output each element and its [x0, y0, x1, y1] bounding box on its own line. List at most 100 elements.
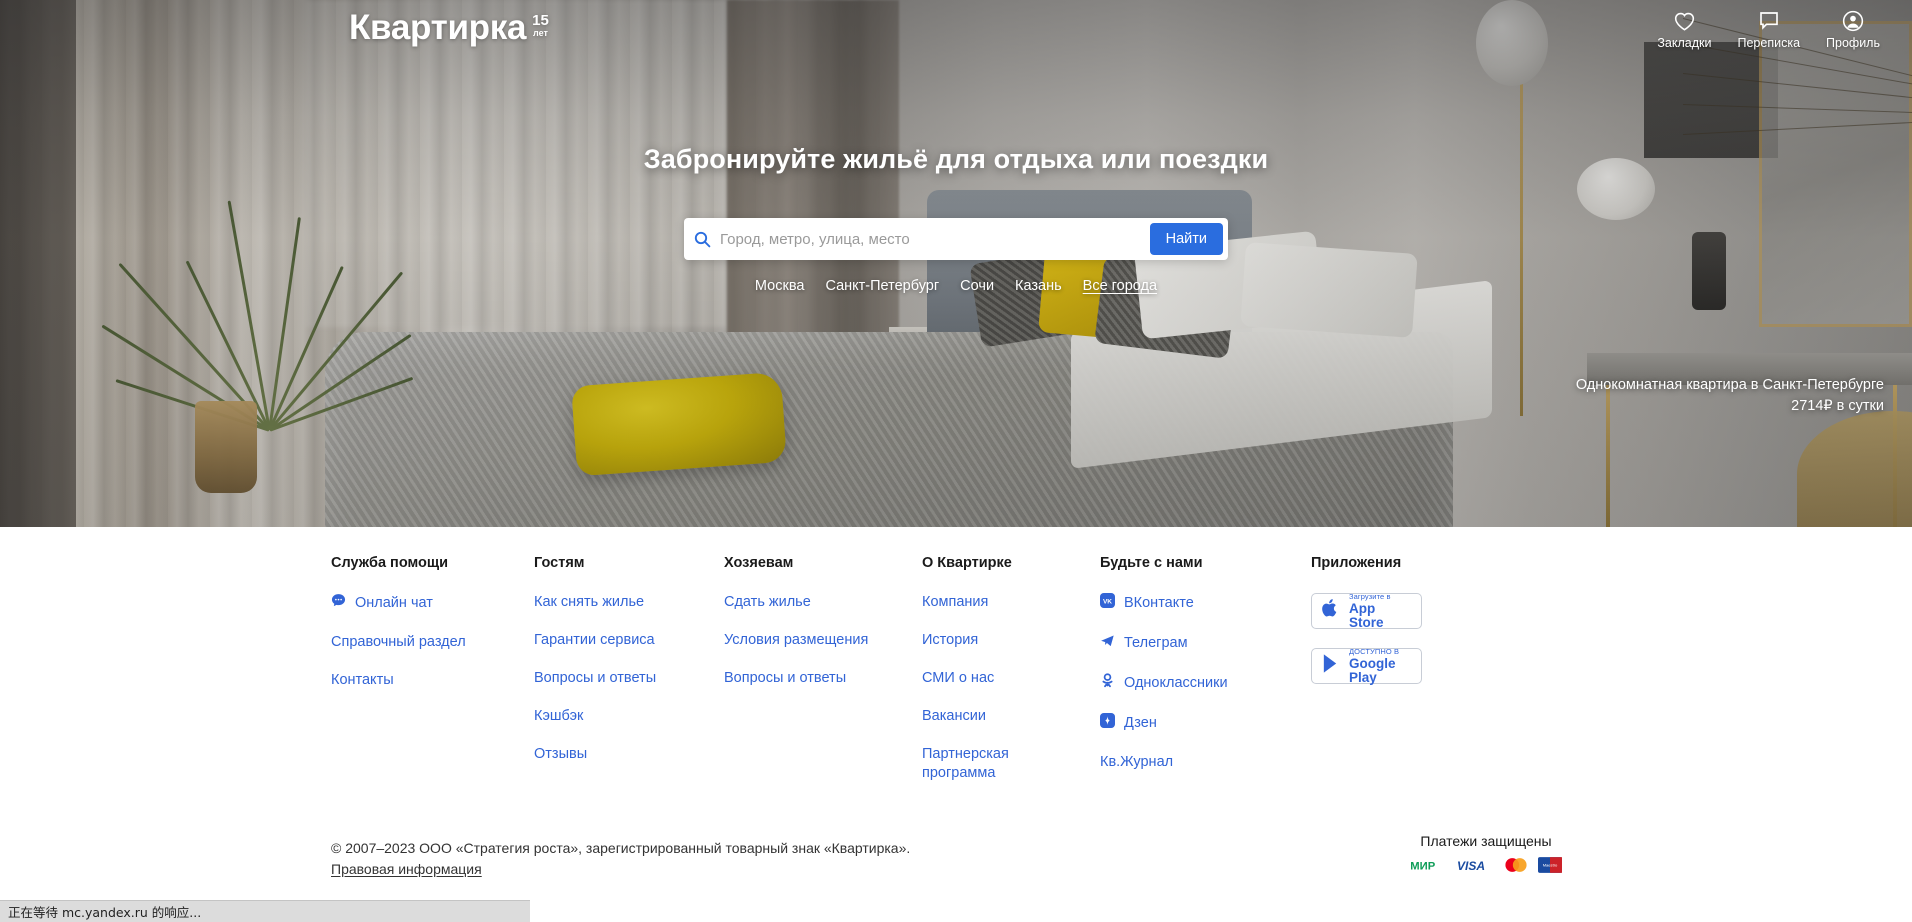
payments-title: Платежи защищены — [1420, 833, 1552, 849]
hero-content: Забронируйте жильё для отдыха или поездк… — [0, 0, 1912, 527]
mir-logo: МИР — [1410, 858, 1448, 878]
footer-link-label: Сдать жилье — [724, 594, 811, 610]
hero-caption-price: 2714₽ в сутки — [1791, 398, 1884, 414]
footer-link-label: Кэшбэк — [534, 708, 584, 724]
browser-status-bar: 正在等待 mc.yandex.ru 的响应... — [0, 900, 530, 922]
footer-link-how-to-rent[interactable]: Как снять жилье — [534, 593, 724, 612]
footer-link-label: Гарантии сервиса — [534, 632, 655, 648]
header-nav-profile[interactable]: Профиль — [1826, 10, 1880, 50]
footer-column-guests: Гостям Как снять жилье Гарантии сервиса … — [534, 555, 724, 802]
hero-title: Забронируйте жильё для отдыха или поездк… — [643, 144, 1269, 174]
google-play-badge[interactable]: ДОСТУПНО В Google Play — [1311, 648, 1422, 684]
footer-link-reviews[interactable]: Отзывы — [534, 745, 724, 764]
search-input[interactable] — [720, 218, 1150, 260]
footer-link-label: Одноклассники — [1124, 675, 1228, 691]
footer-column-help: Служба помощи Онлайн чат Справочный разд… — [331, 555, 534, 802]
footer-link-press[interactable]: СМИ о нас — [922, 669, 1100, 688]
popular-cities: Москва Санкт-Петербург Сочи Казань Все г… — [0, 278, 1912, 294]
visa-logo: VISA — [1457, 858, 1494, 878]
footer-link-label: Отзывы — [534, 746, 588, 762]
footer-column-title: Приложения — [1311, 555, 1402, 571]
app-store-text: Загрузите в App Store — [1349, 593, 1412, 630]
footer-link-careers[interactable]: Вакансии — [922, 707, 1100, 726]
odnoklassniki-icon — [1100, 673, 1115, 694]
google-play-icon — [1321, 653, 1340, 680]
city-link-moscow[interactable]: Москва — [755, 278, 805, 294]
payment-logos: МИР VISA Maestro — [1391, 857, 1581, 878]
footer-link-hosts-faq[interactable]: Вопросы и ответы — [724, 669, 922, 688]
google-play-main-label: Google Play — [1349, 656, 1396, 685]
app-store-badge[interactable]: Загрузите в App Store — [1311, 593, 1422, 629]
footer-link-label: Компания — [922, 594, 989, 610]
dzen-icon — [1100, 713, 1115, 734]
site-footer: Служба помощи Онлайн чат Справочный разд… — [0, 527, 1912, 880]
footer-column-social: Будьте с нами VK ВКонтакте Телеграм Одно… — [1100, 555, 1311, 802]
logo-badge-number: 15 — [532, 12, 549, 29]
payments-block: Платежи защищены МИР VISA Maestro — [1391, 833, 1581, 878]
footer-link-label: Как снять жилье — [534, 594, 645, 610]
logo-anniversary-badge: 15 лет — [532, 13, 549, 38]
footer-link-label: История — [922, 632, 979, 648]
footer-link-service-guarantees[interactable]: Гарантии сервиса — [534, 631, 724, 650]
footer-link-label: Дзен — [1124, 715, 1157, 731]
heart-icon — [1674, 10, 1695, 32]
footer-column-about: О Квартирке Компания История СМИ о нас В… — [922, 555, 1100, 802]
legal-information-link[interactable]: Правовая информация — [331, 861, 482, 877]
user-circle-icon — [1842, 10, 1864, 32]
footer-link-partner-program[interactable]: Партнерская программа — [922, 745, 1040, 783]
footer-column-title: О Квартирке — [922, 555, 1012, 571]
footer-link-label: Контакты — [331, 672, 394, 688]
search-bar: Найти — [684, 218, 1228, 260]
svg-text:Maestro: Maestro — [1543, 862, 1558, 867]
footer-link-vk[interactable]: VK ВКонтакте — [1100, 593, 1311, 614]
footer-column-title: Служба помощи — [331, 555, 449, 571]
logo-wordmark: Квартирка — [349, 8, 527, 47]
city-link-kazan[interactable]: Казань — [1015, 278, 1062, 294]
hero-photo-caption: Однокомнатная квартира в Санкт-Петербург… — [1576, 375, 1884, 417]
footer-link-label: Онлайн чат — [355, 595, 433, 611]
footer-link-label: Вопросы и ответы — [534, 670, 657, 686]
telegram-icon — [1100, 633, 1115, 654]
search-submit-button[interactable]: Найти — [1149, 223, 1223, 255]
chat-filled-icon — [331, 593, 346, 614]
footer-column-apps: Приложения Загрузите в App Store ДОСТУПН… — [1311, 555, 1511, 802]
header-nav-bookmarks[interactable]: Закладки — [1657, 10, 1711, 50]
footer-link-guests-faq[interactable]: Вопросы и ответы — [534, 669, 724, 688]
footer-link-label: Вакансии — [922, 708, 986, 724]
footer-link-label: Справочный раздел — [331, 634, 466, 650]
header-nav-bookmarks-label: Закладки — [1657, 36, 1712, 50]
footer-link-telegram[interactable]: Телеграм — [1100, 633, 1311, 654]
footer-link-contacts[interactable]: Контакты — [331, 671, 534, 690]
site-logo[interactable]: Квартирка 15 лет — [349, 6, 549, 50]
footer-link-odnoklassniki[interactable]: Одноклассники — [1100, 673, 1311, 694]
footer-column-title: Будьте с нами — [1100, 555, 1203, 571]
footer-link-label: СМИ о нас — [922, 670, 995, 686]
site-header: Квартирка 15 лет Закладки Переписка Проф… — [0, 0, 1912, 72]
header-nav-profile-label: Профиль — [1826, 36, 1880, 50]
footer-link-company[interactable]: Компания — [922, 593, 1100, 612]
footer-link-listing-terms[interactable]: Условия размещения — [724, 631, 922, 650]
city-link-spb[interactable]: Санкт-Петербург — [825, 278, 939, 294]
footer-link-label: ВКонтакте — [1124, 595, 1194, 611]
hero-section: Квартирка 15 лет Закладки Переписка Проф… — [0, 0, 1912, 527]
footer-link-label: Условия размещения — [724, 632, 869, 648]
footer-link-cashback[interactable]: Кэшбэк — [534, 707, 724, 726]
footer-link-kv-journal[interactable]: Кв.Журнал — [1100, 753, 1311, 772]
header-nav-messages[interactable]: Переписка — [1737, 10, 1800, 50]
city-link-sochi[interactable]: Сочи — [960, 278, 994, 294]
footer-link-history[interactable]: История — [922, 631, 1100, 650]
footer-column-hosts: Хозяевам Сдать жилье Условия размещения … — [724, 555, 922, 802]
svg-text:VK: VK — [1103, 598, 1112, 605]
header-nav: Закладки Переписка Профиль — [1657, 10, 1880, 50]
footer-link-online-chat[interactable]: Онлайн чат — [331, 593, 534, 614]
footer-link-dzen[interactable]: Дзен — [1100, 713, 1311, 734]
page-root: Квартирка 15 лет Закладки Переписка Проф… — [0, 0, 1912, 922]
footer-link-list-property[interactable]: Сдать жилье — [724, 593, 922, 612]
footer-link-help-center[interactable]: Справочный раздел — [331, 633, 534, 652]
app-store-top-label: Загрузите в — [1349, 591, 1391, 601]
svg-text:VISA: VISA — [1457, 859, 1485, 873]
logo-badge-unit: лет — [533, 28, 548, 38]
city-link-all-cities[interactable]: Все города — [1083, 278, 1157, 294]
app-store-main-label: App Store — [1349, 601, 1384, 630]
search-icon — [684, 231, 720, 248]
